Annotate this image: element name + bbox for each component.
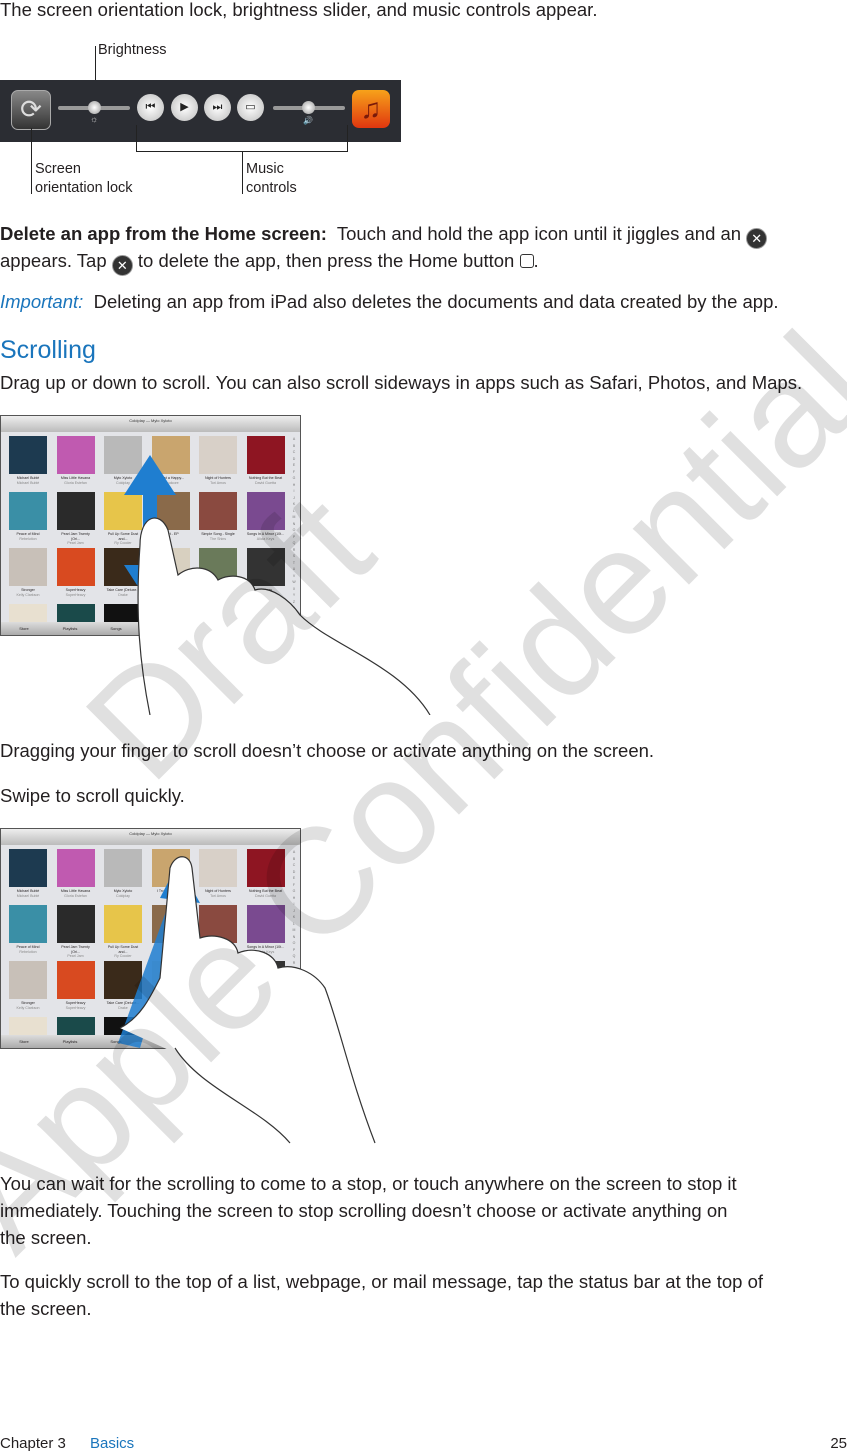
home-button-icon (519, 254, 534, 268)
scrolling-text: Drag up or down to scroll. You can also … (0, 372, 803, 393)
footer-section[interactable]: Basics (90, 1435, 134, 1452)
top-text-2: the screen. (0, 1298, 92, 1319)
important-text: Deleting an app from iPad also deletes t… (93, 291, 779, 312)
brightness-icon: ☼ (90, 114, 99, 124)
important-label: Important: (0, 291, 84, 312)
volume-slider[interactable] (273, 101, 345, 114)
airplay-button[interactable]: ▭ (237, 94, 264, 121)
control-strip: ⟳ ☼ ⏮ ▶ ⏭ ▭ 🔊 ♫ (0, 80, 401, 142)
delete-paragraph-line1: Delete an app from the Home screen: Touc… (0, 220, 768, 249)
section-heading-scrolling: Scrolling (0, 336, 96, 364)
top-text-1: To quickly scroll to the top of a list, … (0, 1271, 764, 1292)
page-number: 25 (830, 1435, 847, 1452)
callout-music-2: controls (246, 180, 297, 196)
delete-text-2a: appears. Tap (0, 250, 107, 271)
callout-brightness: Brightness (98, 42, 167, 58)
delete-badge-icon: ✕ (111, 255, 133, 276)
next-track-button[interactable]: ⏭ (204, 94, 231, 121)
callout-lock-2: orientation lock (35, 180, 133, 196)
music-app-icon[interactable]: ♫ (352, 90, 390, 128)
orientation-lock-icon[interactable]: ⟳ (11, 90, 51, 130)
play-button[interactable]: ▶ (171, 94, 198, 121)
delete-text: Touch and hold the app icon until it jig… (336, 223, 742, 244)
delete-badge-icon: ✕ (746, 228, 768, 249)
delete-label: Delete an app from the Home screen: (0, 223, 327, 244)
callout-music-1: Music (246, 161, 284, 177)
important-paragraph: Important: Deleting an app from iPad als… (0, 288, 779, 315)
volume-icon: 🔊 (303, 116, 313, 125)
footer-chapter: Chapter 3 (0, 1435, 66, 1452)
callout-lock-1: Screen (35, 161, 81, 177)
delete-paragraph-line2: appears. Tap ✕ to delete the app, then p… (0, 247, 539, 276)
brightness-slider[interactable] (58, 101, 130, 114)
intro-text: The screen orientation lock, brightness … (0, 0, 598, 20)
delete-text-2c: . (533, 250, 539, 271)
previous-track-button[interactable]: ⏮ (137, 94, 164, 121)
delete-text-2b: to delete the app, then press the Home b… (137, 250, 515, 271)
